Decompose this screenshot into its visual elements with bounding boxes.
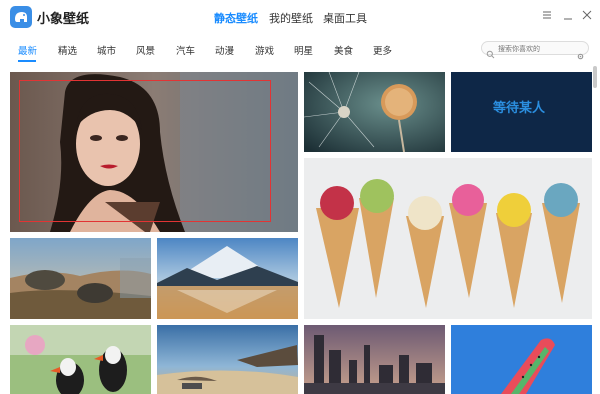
wallpaper-tile-portrait[interactable] xyxy=(10,72,298,232)
minimize-icon[interactable] xyxy=(561,8,575,22)
category-games[interactable]: 游戏 xyxy=(255,43,274,57)
poster-text: 等待某人 xyxy=(493,101,546,116)
category-scenery[interactable]: 风景 xyxy=(136,43,155,57)
scrollbar-thumb[interactable] xyxy=(593,66,597,88)
category-anime[interactable]: 动漫 xyxy=(215,43,234,57)
wallpaper-tile-dandelion[interactable] xyxy=(304,72,445,152)
title-bar: 小象壁纸 静态壁纸 我的壁纸 桌面工具 xyxy=(0,0,600,34)
app-logo-icon xyxy=(10,6,32,28)
category-stars[interactable]: 明星 xyxy=(294,43,313,57)
category-food[interactable]: 美食 xyxy=(334,43,353,57)
topnav-static-wallpaper[interactable]: 静态壁纸 xyxy=(214,10,258,26)
settings-icon[interactable] xyxy=(577,45,584,64)
wallpaper-tile-puffins[interactable] xyxy=(10,325,151,394)
menu-icon[interactable] xyxy=(540,8,554,22)
wallpaper-tile-beach[interactable] xyxy=(157,325,298,394)
search-box[interactable] xyxy=(481,41,589,60)
category-latest[interactable]: 最新 xyxy=(18,43,37,57)
category-more[interactable]: 更多 xyxy=(373,43,392,57)
category-cars[interactable]: 汽车 xyxy=(176,43,195,57)
search-input[interactable] xyxy=(498,43,576,54)
wallpaper-tile-mountain-lake[interactable] xyxy=(157,238,298,319)
active-category-underline xyxy=(18,60,36,62)
wallpaper-tile-city[interactable] xyxy=(304,325,445,394)
wallpaper-tile-popsicle[interactable] xyxy=(451,325,592,394)
category-featured[interactable]: 精选 xyxy=(58,43,77,57)
wallpaper-tile-ice-cream[interactable] xyxy=(304,158,592,319)
category-city[interactable]: 城市 xyxy=(97,43,116,57)
topnav-desktop-tools[interactable]: 桌面工具 xyxy=(323,10,367,26)
topnav-my-wallpaper[interactable]: 我的壁纸 xyxy=(269,10,313,26)
app-title: 小象壁纸 xyxy=(37,12,90,27)
close-icon[interactable] xyxy=(580,8,594,22)
search-icon xyxy=(486,44,495,63)
wallpaper-tile-turtles[interactable] xyxy=(10,238,151,319)
